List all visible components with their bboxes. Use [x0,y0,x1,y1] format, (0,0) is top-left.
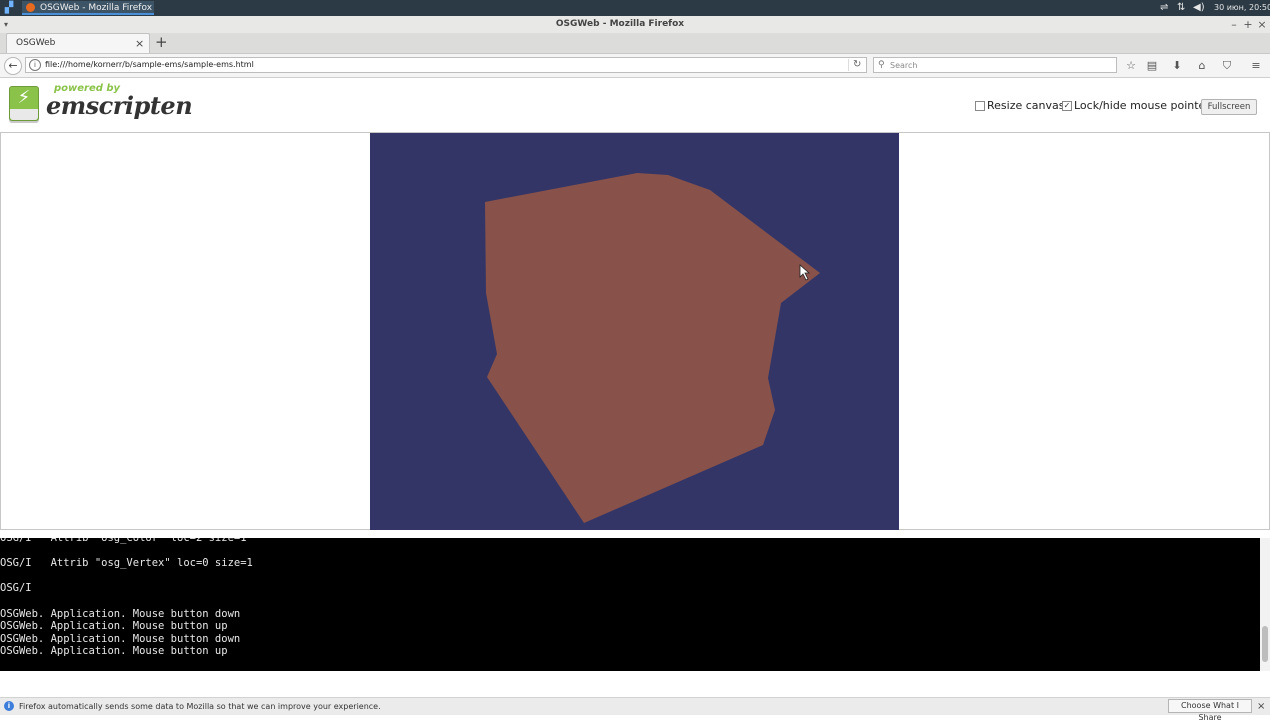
os-menu-icon[interactable]: ▞ [2,1,16,15]
notification-text: Firefox automatically sends some data to… [19,702,381,711]
logo-name: emscripten [46,91,193,120]
url-bar[interactable]: i file:///home/kornerr/b/sample-ems/samp… [25,57,867,73]
bookmark-star-icon[interactable]: ☆ [1123,58,1139,74]
console-scrollbar-thumb[interactable] [1262,626,1268,662]
lock-mouse-label[interactable]: Lock/hide mouse pointer [1074,99,1210,112]
search-bar[interactable]: ⚲ [873,57,1117,73]
taskbar-item-firefox[interactable]: OSGWeb - Mozilla Firefox [22,1,154,15]
tab-osgweb[interactable]: OSGWeb × [6,33,150,53]
close-notification-icon[interactable]: × [1257,698,1265,715]
page-header: ⚡ powered by emscripten Resize canvas ✓ … [0,78,1270,132]
system-clock[interactable]: 30 июн, 20:50 [1214,0,1270,16]
reload-icon[interactable]: ↻ [853,58,861,72]
minimize-icon[interactable]: – [1228,16,1240,33]
notification-bar: i Firefox automatically sends some data … [0,697,1270,722]
info-icon[interactable]: i [29,59,41,71]
transfer-icon[interactable]: ⇅ [1177,1,1185,15]
volume-icon[interactable]: ◀) [1193,1,1205,15]
resize-canvas-label[interactable]: Resize canvas [987,99,1064,112]
home-icon[interactable]: ⌂ [1194,58,1210,74]
maximize-icon[interactable]: + [1242,16,1254,33]
console-output[interactable]: OSG/I Attrib "osg_Color" loc=2 size=1 OS… [0,538,1260,671]
search-icon: ⚲ [878,60,885,70]
info-icon: i [4,701,14,711]
logo-band [10,109,38,120]
download-icon[interactable]: ⬇ [1169,58,1185,74]
firefox-icon [26,3,35,12]
close-tab-icon[interactable]: × [135,34,144,53]
os-taskbar: ▞ OSGWeb - Mozilla Firefox ⇌ ⇅ ◀) 30 июн… [0,0,1270,16]
menu-icon[interactable]: ≡ [1248,58,1264,74]
search-input[interactable] [890,58,1110,72]
emscripten-logo-icon: ⚡ [9,86,39,121]
window-titlebar[interactable]: ▾ OSGWeb - Mozilla Firefox – + × [0,16,1270,34]
console-scrollbar[interactable] [1260,538,1270,671]
pocket-icon[interactable]: ⛉ [1219,58,1235,74]
bolt-icon: ⚡ [17,87,31,108]
url-text[interactable]: file:///home/kornerr/b/sample-ems/sample… [45,58,254,72]
webgl-canvas[interactable] [370,133,899,530]
close-window-icon[interactable]: × [1256,16,1268,33]
tab-strip: OSGWeb × + [0,33,1270,54]
window-title: OSGWeb - Mozilla Firefox [555,19,685,29]
library-icon[interactable]: ▤ [1144,58,1160,74]
new-tab-icon[interactable]: + [155,33,168,52]
fullscreen-button[interactable]: Fullscreen [1201,99,1257,115]
choose-what-i-share-button[interactable]: Choose What I Share [1168,699,1252,722]
url-divider [848,59,849,71]
tab-label: OSGWeb [16,38,56,48]
back-icon[interactable]: ← [4,57,22,75]
network-icon[interactable]: ⇌ [1160,1,1168,15]
resize-canvas-checkbox[interactable] [975,101,985,111]
taskbar-item-label: OSGWeb - Mozilla Firefox [40,3,153,13]
console-text: OSG/I Attrib "osg_Color" loc=2 size=1 OS… [0,538,253,658]
lock-mouse-checkbox[interactable]: ✓ [1062,101,1072,111]
navigation-toolbar: ← i file:///home/kornerr/b/sample-ems/sa… [0,54,1270,78]
